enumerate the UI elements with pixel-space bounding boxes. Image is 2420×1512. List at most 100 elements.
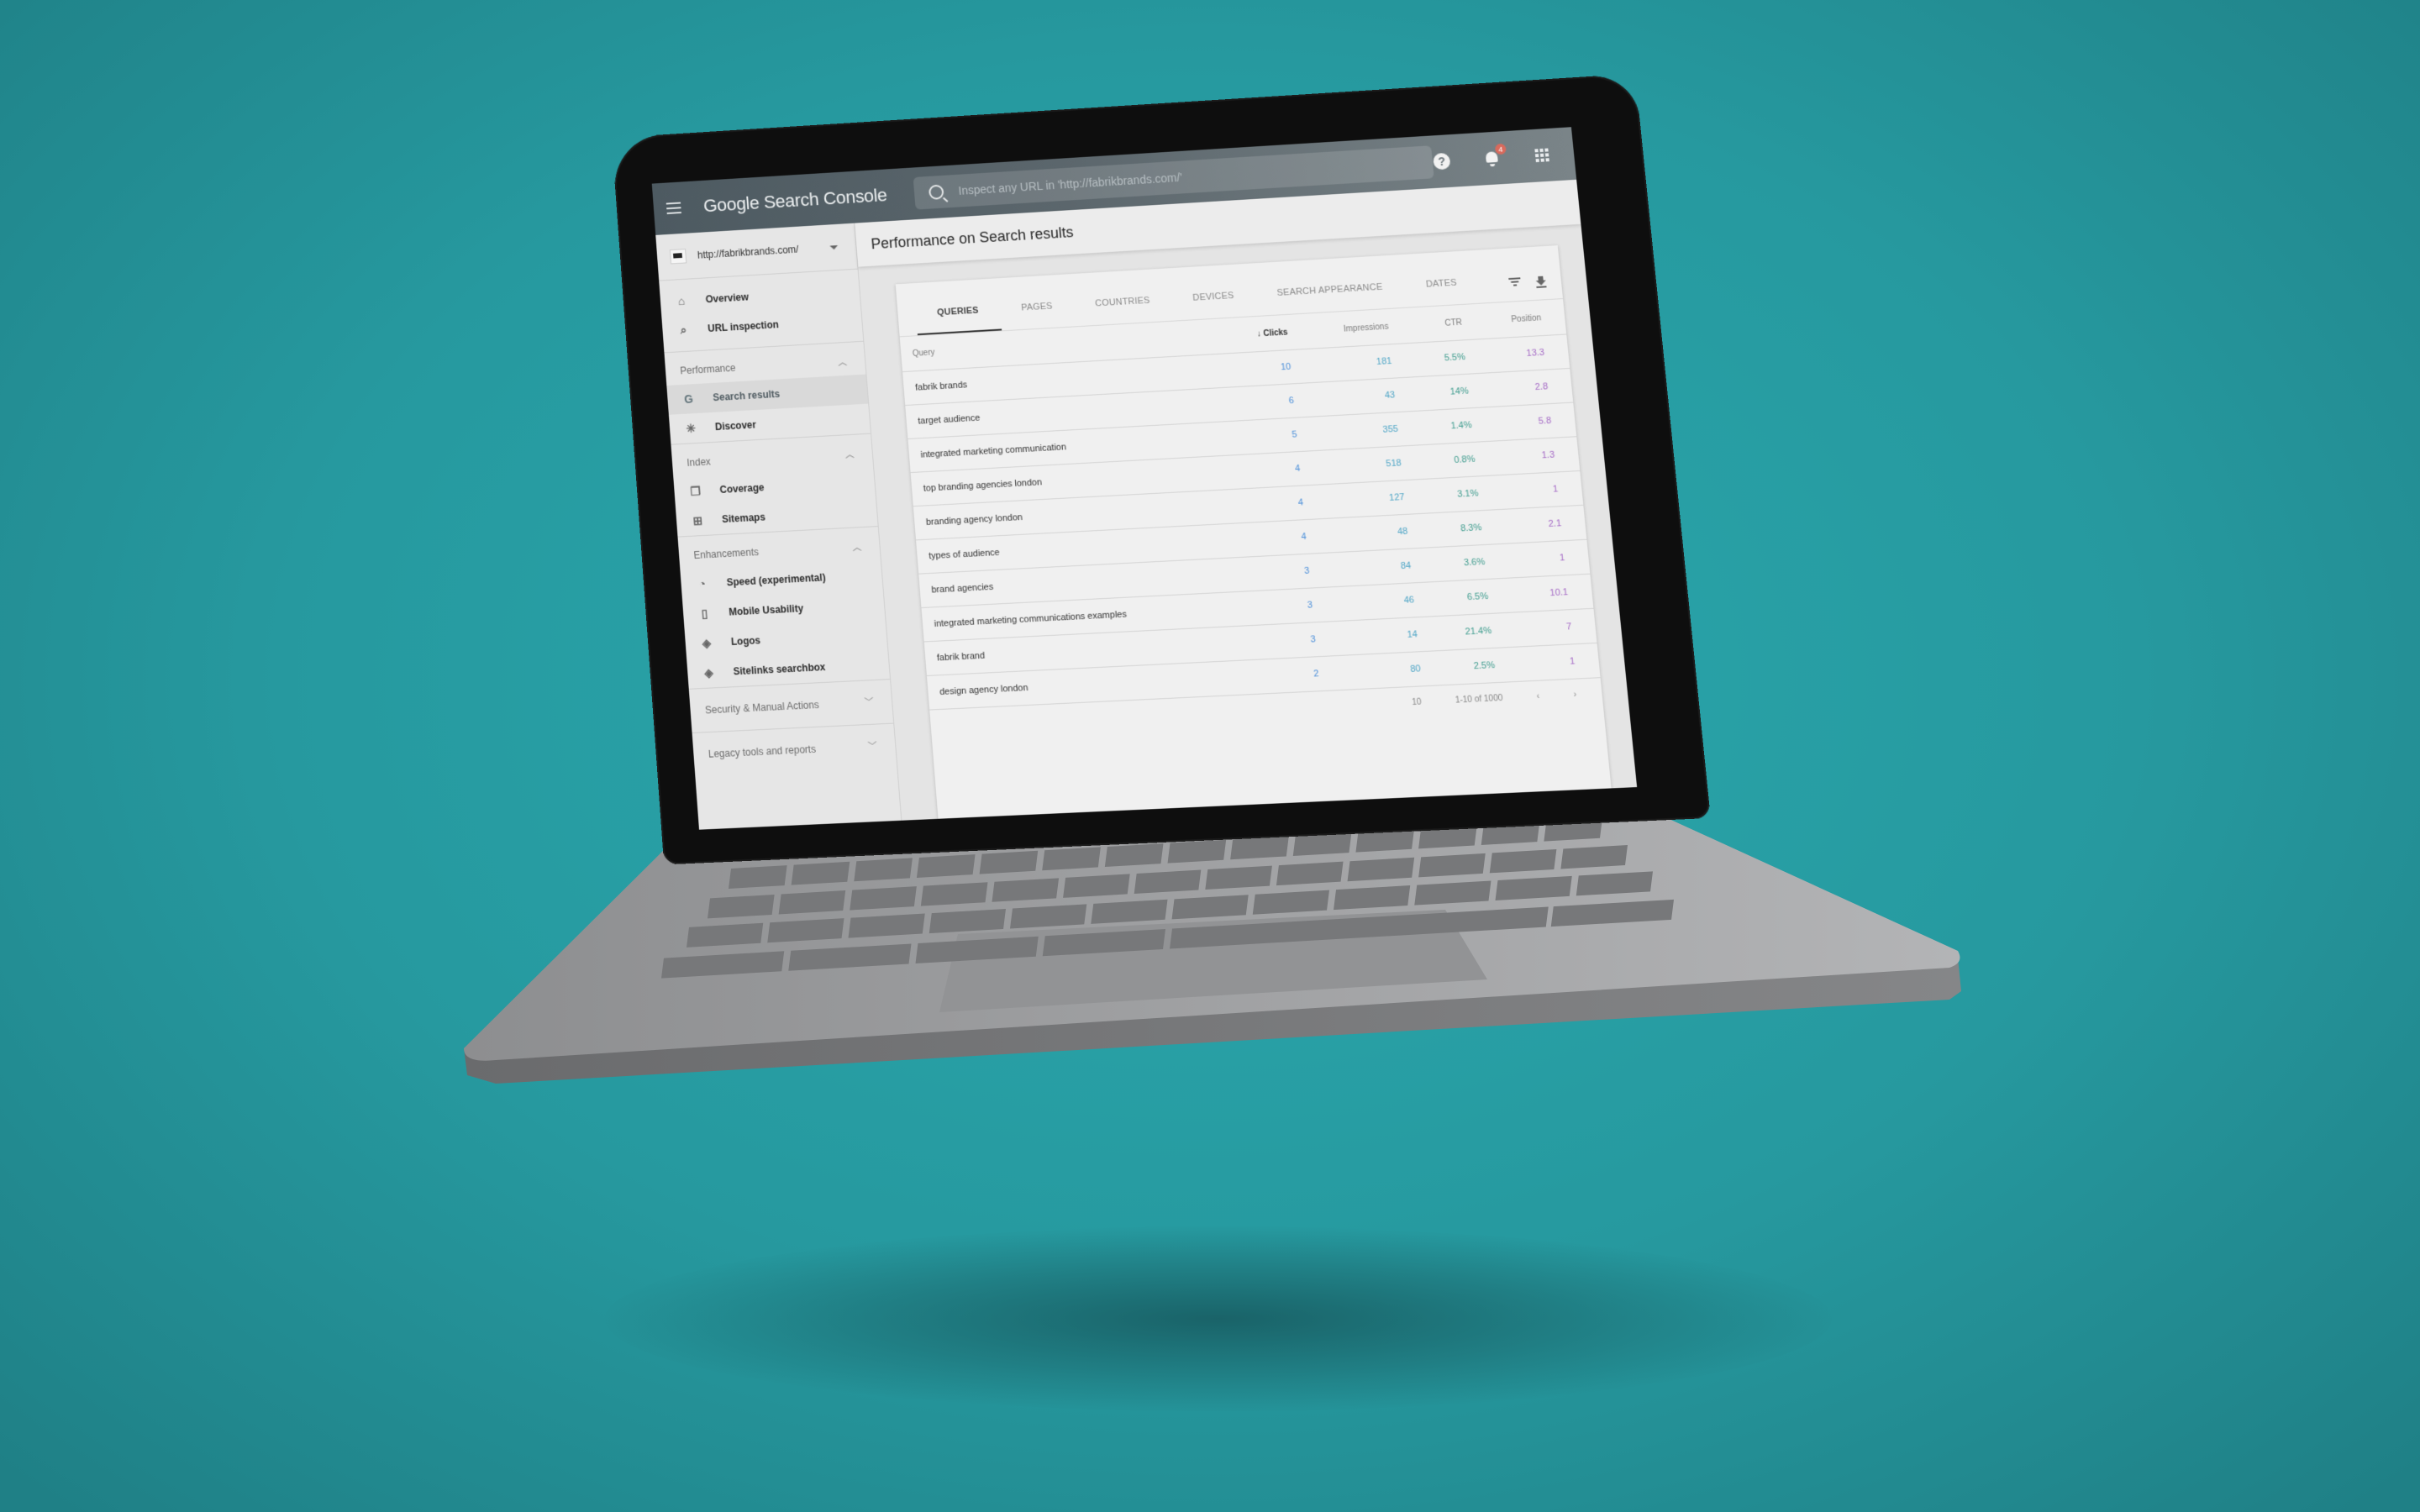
sidebar-item-label: Logos bbox=[730, 634, 761, 648]
search-icon bbox=[929, 184, 944, 200]
section-title: Legacy tools and reports bbox=[708, 743, 817, 760]
tab-queries[interactable]: QUERIES bbox=[915, 304, 1002, 336]
keyboard-key bbox=[1418, 853, 1486, 878]
section-legacy-tools[interactable]: Legacy tools and reports ﹀ bbox=[692, 722, 897, 777]
position-cell: 2.1 bbox=[1503, 505, 1587, 544]
sidebar-item-label: Sitelinks searchbox bbox=[733, 661, 826, 678]
position-cell: 10.1 bbox=[1510, 574, 1594, 613]
impressions-cell: 355 bbox=[1318, 411, 1423, 451]
position-cell: 1 bbox=[1507, 539, 1591, 579]
sidebar-item-label: URL inspection bbox=[707, 318, 780, 334]
clicks-cell: 3 bbox=[1256, 621, 1341, 660]
sidebar-item-label: Mobile Usability bbox=[728, 602, 804, 618]
sidebar-item-label: Coverage bbox=[719, 481, 765, 496]
notifications-button[interactable]: 4 bbox=[1482, 143, 1507, 168]
performance-table-card: QUERIES PAGES COUNTRIES DEVICES SEARCH A… bbox=[895, 245, 1612, 827]
column-header-impressions[interactable]: Impressions bbox=[1309, 307, 1413, 349]
impressions-cell: 518 bbox=[1322, 444, 1427, 485]
tab-devices[interactable]: DEVICES bbox=[1171, 290, 1258, 321]
ctr-cell: 6.5% bbox=[1436, 578, 1514, 617]
tab-countries[interactable]: COUNTRIES bbox=[1073, 294, 1173, 326]
sidebar-item-label: Discover bbox=[714, 418, 757, 433]
position-cell: 1 bbox=[1517, 643, 1601, 681]
clicks-cell: 6 bbox=[1235, 382, 1319, 421]
column-header-position[interactable]: Position bbox=[1484, 299, 1566, 339]
section-title: Enhancements bbox=[693, 546, 760, 561]
tab-dates[interactable]: DATES bbox=[1404, 276, 1481, 307]
ctr-cell: 5.5% bbox=[1413, 339, 1491, 377]
ctr-cell: 8.3% bbox=[1429, 509, 1507, 548]
keyboard-key bbox=[791, 861, 850, 885]
clicks-cell: 5 bbox=[1238, 416, 1323, 455]
sidebar-item-label: Search results bbox=[712, 388, 781, 404]
sitemap-icon: ⊞ bbox=[692, 513, 703, 528]
column-header-ctr[interactable]: CTR bbox=[1410, 303, 1487, 343]
keyboard-key bbox=[916, 854, 976, 878]
section-enhancements: Enhancements ︿ ◔ Speed (experimental) ▯ … bbox=[677, 526, 891, 689]
keyboard-key bbox=[992, 878, 1060, 902]
ctr-cell: 2.5% bbox=[1442, 647, 1521, 685]
keyboard-key bbox=[1042, 847, 1101, 871]
position-cell: 2.8 bbox=[1490, 368, 1574, 407]
impressions-cell: 48 bbox=[1328, 512, 1434, 553]
position-cell: 5.8 bbox=[1493, 402, 1577, 441]
download-icon[interactable] bbox=[1535, 276, 1547, 288]
filter-icon[interactable] bbox=[1508, 277, 1521, 286]
home-icon: ⌂ bbox=[677, 294, 686, 308]
sidebar-item-label: Speed (experimental) bbox=[726, 571, 826, 589]
screen-bezel: Google Search Console ? 4 bbox=[611, 73, 1711, 865]
impressions-cell: 14 bbox=[1337, 616, 1443, 656]
ctr-cell: 14% bbox=[1417, 372, 1494, 412]
ctr-cell: 21.4% bbox=[1439, 612, 1518, 651]
sidebar-item-label: Overview bbox=[705, 291, 750, 306]
property-logo-icon bbox=[669, 249, 687, 265]
apps-grid-icon[interactable] bbox=[1534, 148, 1549, 163]
column-header-clicks[interactable]: ↓ Clicks bbox=[1229, 313, 1313, 353]
rows-per-page-select[interactable]: 10 bbox=[1412, 697, 1422, 707]
impressions-cell: 43 bbox=[1315, 376, 1420, 417]
chevron-down-icon: ﹀ bbox=[867, 742, 878, 753]
queries-table: Query ↓ Clicks Impressions CTR Position … bbox=[900, 299, 1601, 710]
next-page-button[interactable]: › bbox=[1573, 690, 1576, 699]
prev-page-button[interactable]: ‹ bbox=[1536, 691, 1539, 701]
app-logo: Google Search Console bbox=[702, 184, 888, 217]
keyboard-key bbox=[778, 890, 846, 915]
page-range: 1-10 of 1000 bbox=[1455, 693, 1503, 706]
keyboard-key bbox=[1347, 857, 1415, 882]
chevron-up-icon: ︿ bbox=[852, 542, 862, 554]
position-cell: 1 bbox=[1500, 470, 1584, 510]
ctr-cell: 0.8% bbox=[1423, 440, 1501, 480]
impressions-cell: 80 bbox=[1340, 650, 1446, 690]
tab-pages[interactable]: PAGES bbox=[1000, 300, 1076, 330]
clicks-cell: 4 bbox=[1244, 484, 1328, 523]
impressions-cell: 181 bbox=[1313, 343, 1418, 383]
layers-icon: ◈ bbox=[702, 635, 712, 650]
page-title: Performance on Search results bbox=[870, 223, 1075, 252]
chevron-up-icon: ︿ bbox=[837, 357, 848, 368]
help-icon[interactable]: ? bbox=[1432, 152, 1451, 171]
clicks-cell: 4 bbox=[1247, 518, 1332, 557]
clicks-cell: 3 bbox=[1253, 586, 1338, 626]
laptop-lid: Google Search Console ? 4 bbox=[611, 73, 1711, 865]
ctr-cell: 3.1% bbox=[1426, 475, 1504, 513]
hamburger-icon[interactable] bbox=[666, 195, 697, 221]
keyboard-key bbox=[708, 894, 775, 919]
impressions-cell: 46 bbox=[1334, 581, 1439, 622]
gauge-icon: ◔ bbox=[698, 576, 707, 591]
keyboard-key bbox=[729, 865, 787, 889]
clicks-cell: 10 bbox=[1232, 349, 1316, 387]
phone-icon: ▯ bbox=[701, 606, 708, 620]
keyboard-key bbox=[1489, 848, 1557, 874]
section-title: Index bbox=[686, 455, 712, 469]
section-title: Security & Manual Actions bbox=[704, 699, 820, 717]
section-performance: Performance ︿ G Search results ✳ Discove… bbox=[664, 340, 871, 444]
chevron-up-icon: ︿ bbox=[844, 449, 855, 460]
position-cell: 7 bbox=[1513, 608, 1597, 648]
keyboard-key bbox=[1104, 843, 1164, 867]
notification-badge: 4 bbox=[1494, 143, 1507, 155]
url-inspect-input[interactable] bbox=[956, 156, 1406, 198]
impressions-cell: 84 bbox=[1331, 547, 1437, 587]
impressions-cell: 127 bbox=[1324, 479, 1430, 519]
keyboard-key bbox=[854, 858, 913, 882]
ctr-cell: 1.4% bbox=[1419, 407, 1497, 445]
